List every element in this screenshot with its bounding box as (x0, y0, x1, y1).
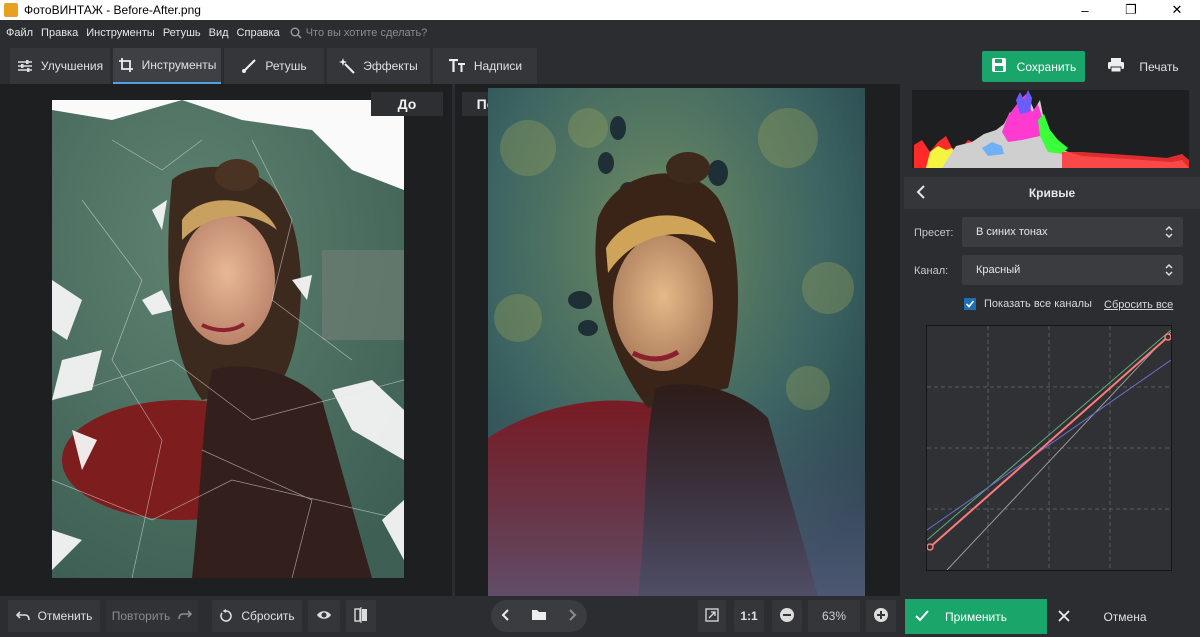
crop-icon (118, 57, 134, 73)
undo-label: Отменить (37, 609, 93, 623)
preset-label: Пресет: (914, 227, 954, 239)
undo-button[interactable]: Отменить (8, 600, 100, 632)
minimize-icon[interactable]: – (1062, 0, 1108, 20)
save-button[interactable]: Сохранить (982, 51, 1085, 82)
tab-enhancements[interactable]: Улучшения (10, 48, 110, 84)
tab-label: Эффекты (363, 59, 418, 73)
print-label: Печать (1139, 59, 1179, 74)
redo-button[interactable]: Повторить (106, 600, 198, 632)
reset-icon (219, 609, 233, 623)
reset-all-link[interactable]: Сбросить все (1104, 299, 1173, 311)
window-controls: – ❐ ✕ (1062, 0, 1200, 20)
previous-file-icon[interactable] (501, 608, 511, 625)
app-logo-icon (4, 3, 18, 17)
close-icon[interactable]: ✕ (1154, 0, 1200, 20)
menu-retouch[interactable]: Ретушь (163, 27, 201, 39)
menu-search[interactable]: Что вы хотите сделать? (290, 27, 428, 39)
bottom-bar: Отменить Повторить Сбросить 1:1 63% Прим… (0, 596, 1200, 637)
tab-captions[interactable]: Надписи (433, 48, 537, 84)
after-photo (488, 88, 865, 596)
zoom-in-button[interactable] (866, 600, 896, 632)
panel-title: Кривые (1028, 186, 1076, 200)
search-icon (290, 27, 302, 39)
cancel-label: Отмена (1103, 609, 1147, 624)
minus-circle-icon (779, 607, 795, 626)
preset-select[interactable]: В синих тонах (962, 217, 1183, 247)
tab-retouch[interactable]: Ретушь (224, 48, 324, 84)
reset-label: Сбросить (241, 609, 295, 623)
histogram (912, 90, 1189, 168)
undo-icon (15, 610, 30, 622)
before-label: До (371, 92, 443, 116)
menu-file[interactable]: Файл (6, 27, 33, 39)
tab-effects[interactable]: Эффекты (327, 48, 430, 84)
brush-icon (241, 58, 257, 74)
menu-help[interactable]: Справка (237, 27, 280, 39)
title-bar: ФотоВИНТАЖ - Before-After.png – ❐ ✕ (0, 0, 1200, 20)
channel-label: Канал: (914, 265, 949, 277)
channel-value: Красный (976, 264, 1021, 276)
close-icon (1058, 610, 1070, 625)
search-placeholder: Что вы хотите сделать? (305, 27, 428, 39)
cancel-button[interactable]: Отмена (1050, 599, 1200, 634)
fit-to-screen-button[interactable] (698, 600, 726, 632)
magic-wand-icon (339, 58, 355, 74)
tab-label: Ретушь (265, 59, 307, 73)
zoom-1to1-button[interactable]: 1:1 (734, 600, 764, 632)
show-all-channels-checkbox[interactable]: Показать все каналы (964, 298, 1092, 310)
tab-label: Надписи (473, 59, 523, 73)
print-button[interactable]: Печать (1090, 51, 1196, 82)
updown-arrows-icon (1165, 225, 1173, 242)
split-divider[interactable] (452, 84, 455, 596)
printer-icon (1107, 57, 1125, 76)
floppy-disk-icon (991, 57, 1007, 76)
tab-label: Инструменты (141, 58, 217, 72)
compare-mode-button[interactable] (346, 600, 376, 632)
zoom-out-button[interactable] (772, 600, 802, 632)
curves-header: Кривые (904, 177, 1200, 209)
apply-button[interactable]: Применить (905, 599, 1047, 634)
reset-button[interactable]: Сбросить (212, 600, 302, 632)
save-label: Сохранить (1016, 59, 1077, 74)
menu-edit[interactable]: Правка (41, 27, 78, 39)
right-panel: Кривые Пресет: В синих тонах Канал: Крас… (902, 84, 1200, 596)
curves-graph[interactable] (926, 325, 1172, 571)
tab-tools[interactable]: Инструменты (113, 48, 221, 84)
compare-icon (354, 606, 368, 626)
menu-view[interactable]: Вид (209, 27, 229, 39)
eye-icon (316, 609, 332, 624)
text-icon (448, 59, 466, 73)
maximize-icon[interactable]: ❐ (1108, 0, 1154, 20)
zoom-level[interactable]: 63% (808, 600, 860, 632)
tab-label: Улучшения (40, 59, 104, 73)
redo-label: Повторить (111, 609, 171, 623)
apply-label: Применить (944, 609, 1007, 624)
sliders-icon (17, 59, 33, 73)
preview-toggle-button[interactable] (308, 600, 340, 632)
window-title: ФотоВИНТАЖ - Before-After.png (24, 3, 201, 17)
redo-icon (178, 609, 193, 624)
next-file-icon[interactable] (567, 608, 577, 625)
show-all-label: Показать все каналы (984, 298, 1092, 310)
chevron-left-icon[interactable] (916, 185, 926, 202)
channel-select[interactable]: Красный (962, 255, 1183, 285)
tab-bar: Улучшения Инструменты Ретушь Эффекты Над… (0, 46, 1200, 84)
checkmark-icon (915, 610, 929, 625)
expand-icon (705, 607, 719, 625)
checkmark-icon (964, 298, 976, 310)
folder-icon[interactable] (531, 608, 547, 624)
menu-bar: Файл Правка Инструменты Ретушь Вид Справ… (0, 20, 1200, 46)
menu-tools[interactable]: Инструменты (86, 27, 155, 39)
preset-value: В синих тонах (976, 226, 1048, 238)
updown-arrows-icon (1165, 263, 1173, 280)
plus-circle-icon (873, 607, 889, 626)
before-photo (52, 100, 404, 578)
canvas-area: До После (0, 84, 900, 596)
file-navigation (491, 600, 587, 632)
